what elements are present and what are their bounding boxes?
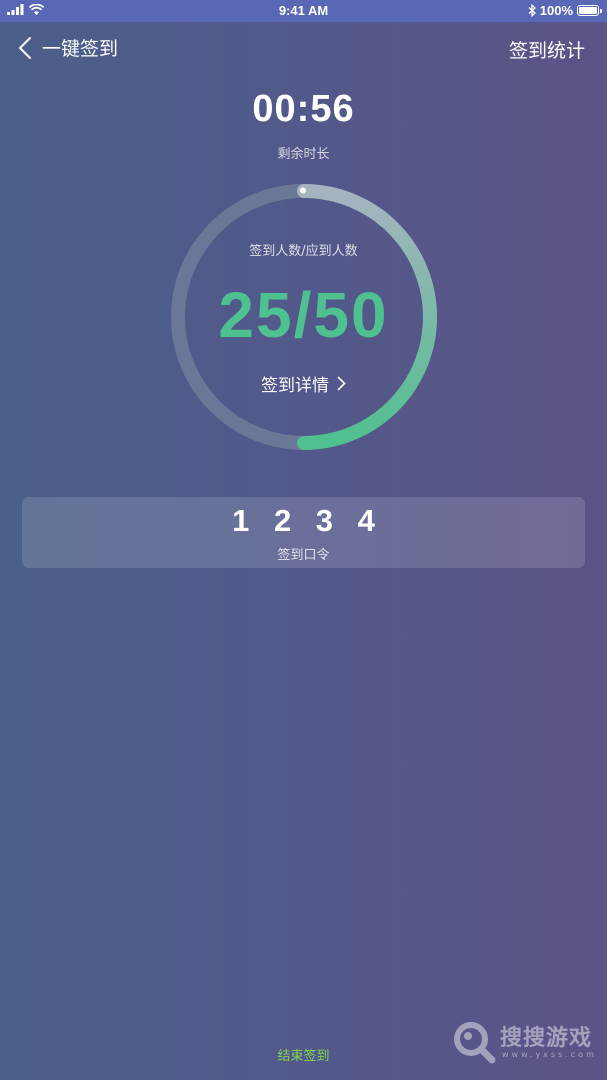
magnifier-logo-icon: [454, 1022, 496, 1064]
bluetooth-icon: [528, 4, 536, 17]
attendance-count: 25/50: [218, 279, 389, 351]
back-button[interactable]: 一键签到: [18, 34, 118, 61]
sign-in-code: 1 2 3 4: [232, 503, 383, 538]
status-bar: 9:41 AM 100%: [0, 0, 607, 22]
status-time: 9:41 AM: [278, 3, 329, 18]
attendance-caption: 签到人数/应到人数: [249, 244, 358, 259]
sign-in-details-label: 签到详情: [261, 376, 329, 396]
progress-start-dot: [300, 187, 306, 194]
countdown-label: 剩余时长: [277, 147, 330, 162]
status-right: 100%: [528, 3, 602, 18]
battery-level: [579, 7, 597, 14]
nav-bar: 一键签到 签到统计: [0, 22, 607, 72]
chevron-right-icon: [337, 376, 346, 396]
chevron-left-icon: [19, 36, 31, 59]
page-title: 一键签到: [42, 38, 119, 60]
countdown-timer: 00:56: [252, 88, 355, 130]
watermark-logo: 搜搜游戏 www.yxss.com: [452, 1018, 597, 1068]
watermark-sub: www.yxss.com: [502, 1050, 597, 1059]
sign-in-stats-button[interactable]: 签到统计: [509, 36, 585, 63]
sign-in-code-label: 签到口令: [277, 548, 330, 563]
watermark-text: 搜搜游戏: [500, 1026, 593, 1051]
battery-icon: [577, 5, 602, 16]
sign-in-code-card: 1 2 3 4 签到口令: [22, 497, 585, 568]
battery-percent: 100%: [539, 3, 573, 18]
sign-in-details-link[interactable]: 签到详情: [0, 371, 607, 396]
